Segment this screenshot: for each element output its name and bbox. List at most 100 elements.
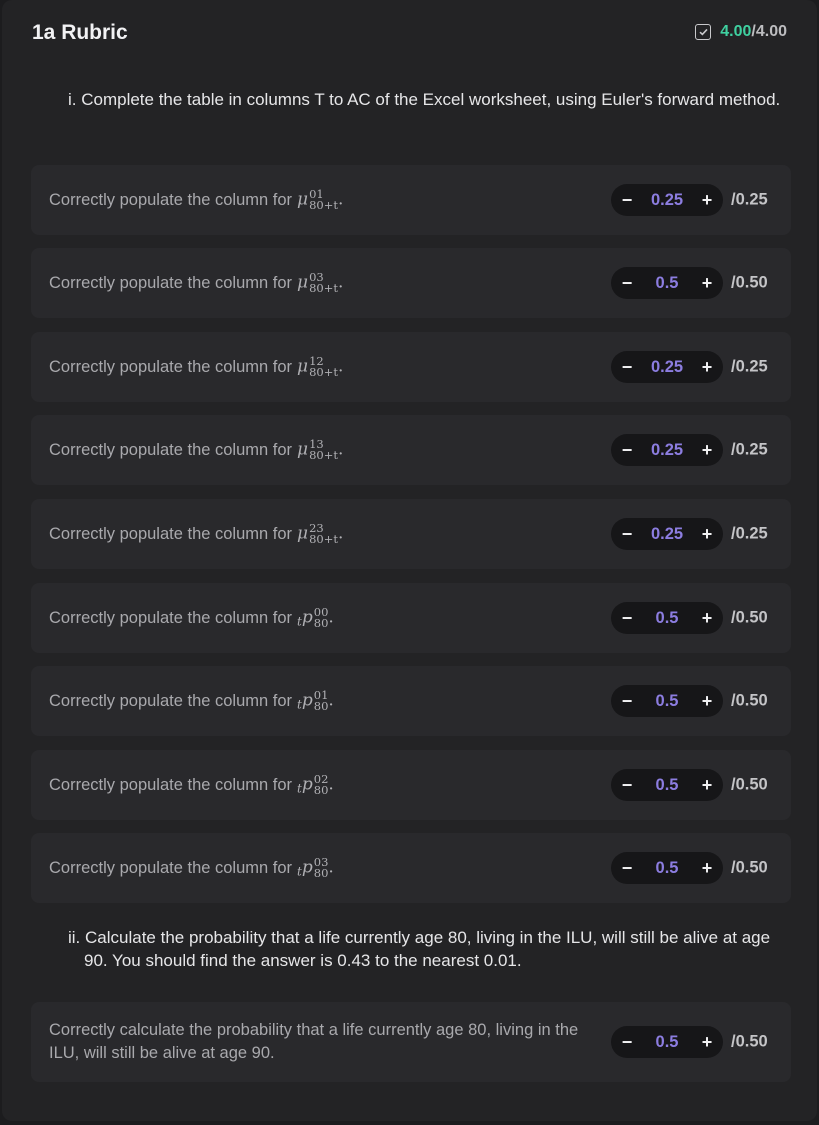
rubric-score: 4.00/4.00 (695, 23, 787, 41)
max-score: /0.25 (731, 440, 768, 459)
math-base: μ (297, 523, 309, 544)
question-i: i. Complete the table in columns T to AC… (68, 90, 781, 109)
criterion-text: Correctly calculate the probability that… (49, 1021, 579, 1062)
increment-button[interactable]: + (700, 691, 714, 712)
decrement-button[interactable]: − (620, 273, 634, 294)
score-stepper: − 0.25 + (611, 184, 723, 216)
math-symbol: μ 03 80+t. (297, 270, 344, 295)
math-sub: 80+t (309, 365, 338, 379)
decrement-button[interactable]: − (620, 858, 634, 879)
math-symbol: tp 03 80. (297, 855, 334, 880)
increment-button[interactable]: + (700, 357, 714, 378)
score-value[interactable]: 0.25 (651, 358, 683, 377)
math-base: p (301, 690, 313, 711)
decrement-button[interactable]: − (620, 190, 634, 211)
score-stepper: − 0.5 + (611, 602, 723, 634)
math-sub: 80 (313, 699, 329, 713)
score-value[interactable]: 0.25 (651, 441, 683, 460)
criterion-label: Correctly populate the column for (49, 357, 293, 376)
decrement-button[interactable]: − (620, 357, 634, 378)
checkbox-icon (695, 24, 712, 40)
score-stepper: − 0.25 + (611, 434, 723, 466)
math-sub: 80+t (309, 448, 338, 462)
math-base: p (301, 607, 313, 628)
math-base: μ (297, 439, 309, 460)
increment-button[interactable]: + (700, 273, 714, 294)
math-sub: 80 (313, 866, 329, 880)
criterion-row: Correctly populate the column for tp 03 80… (31, 833, 791, 903)
math-base: p (301, 774, 313, 795)
criterion-text: Correctly populate the column for tp 02 80… (49, 750, 334, 820)
score-stepper: − 0.5 + (611, 267, 723, 299)
increment-button[interactable]: + (700, 775, 714, 796)
criterion-row: Correctly populate the column for μ 01 80+… (31, 165, 791, 235)
increment-button[interactable]: + (700, 440, 714, 461)
criterion-text: Correctly populate the column for μ 03 80+… (49, 248, 343, 318)
max-score: /0.25 (731, 190, 768, 209)
math-symbol: tp 01 80. (297, 688, 334, 713)
criterion-row: Correctly populate the column for tp 00 80… (31, 583, 791, 653)
score-stepper: − 0.25 + (611, 518, 723, 550)
criterion-label: Correctly populate the column for (49, 440, 293, 459)
criterion-text: Correctly populate the column for μ 01 80+… (49, 165, 343, 235)
max-score: /0.50 (731, 775, 768, 794)
math-symbol: μ 12 80+t. (297, 354, 344, 379)
score-value[interactable]: 0.5 (656, 1033, 679, 1052)
decrement-button[interactable]: − (620, 775, 634, 796)
score-stepper: − 0.5 + (611, 1026, 723, 1058)
decrement-button[interactable]: − (620, 524, 634, 545)
max-score: /0.50 (731, 691, 768, 710)
criterion-text: Correctly populate the column for tp 03 80… (49, 833, 334, 903)
criterion-row: Correctly calculate the probability that… (31, 1002, 791, 1082)
score-total: 4.00 (755, 23, 787, 40)
score-value[interactable]: 0.25 (651, 525, 683, 544)
criterion-row: Correctly populate the column for μ 13 80+… (31, 415, 791, 485)
decrement-button[interactable]: − (620, 1032, 634, 1053)
decrement-button[interactable]: − (620, 440, 634, 461)
score-stepper: − 0.5 + (611, 769, 723, 801)
criterion-label: Correctly populate the column for (49, 273, 293, 292)
criterion-text: Correctly populate the column for μ 13 80+… (49, 415, 343, 485)
max-score: /0.25 (731, 357, 768, 376)
criterion-label: Correctly populate the column for (49, 190, 293, 209)
decrement-button[interactable]: − (620, 608, 634, 629)
increment-button[interactable]: + (700, 524, 714, 545)
increment-button[interactable]: + (700, 858, 714, 879)
score-value[interactable]: 0.5 (656, 274, 679, 293)
score-value[interactable]: 0.5 (656, 776, 679, 795)
math-base: μ (297, 272, 309, 293)
criterion-label: Correctly populate the column for (49, 524, 293, 543)
score-stepper: − 0.5 + (611, 685, 723, 717)
rubric-title: 1a Rubric (32, 21, 128, 44)
criterion-text: Correctly populate the column for tp 01 80… (49, 666, 334, 736)
score-value[interactable]: 0.5 (656, 692, 679, 711)
math-sub: 80+t (309, 198, 338, 212)
math-symbol: μ 13 80+t. (297, 437, 344, 462)
score-value[interactable]: 0.5 (656, 859, 679, 878)
rubric-panel: 1a Rubric 4.00/4.00 i. Complete the tabl… (2, 0, 817, 1121)
criterion-text: Correctly populate the column for μ 23 80+… (49, 499, 343, 569)
criterion-row: Correctly populate the column for μ 12 80+… (31, 332, 791, 402)
criterion-label: Correctly populate the column for (49, 775, 293, 794)
question-ii: ii. Calculate the probability that a lif… (68, 928, 771, 970)
criterion-label: Correctly populate the column for (49, 608, 293, 627)
criterion-label: Correctly populate the column for (49, 858, 293, 877)
score-value[interactable]: 0.5 (656, 609, 679, 628)
math-base: μ (297, 189, 309, 210)
score-stepper: − 0.5 + (611, 852, 723, 884)
math-sub: 80 (313, 783, 329, 797)
math-sub: 80+t (309, 532, 338, 546)
increment-button[interactable]: + (700, 608, 714, 629)
increment-button[interactable]: + (700, 1032, 714, 1053)
score-value[interactable]: 0.25 (651, 191, 683, 210)
increment-button[interactable]: + (700, 190, 714, 211)
math-sub: 80+t (309, 281, 338, 295)
max-score: /0.50 (731, 1032, 768, 1051)
math-base: μ (297, 356, 309, 377)
math-base: p (301, 857, 313, 878)
criterion-text: Correctly populate the column for μ 12 80+… (49, 332, 343, 402)
decrement-button[interactable]: − (620, 691, 634, 712)
max-score: /0.25 (731, 524, 768, 543)
max-score: /0.50 (731, 608, 768, 627)
math-symbol: μ 01 80+t. (297, 187, 344, 212)
